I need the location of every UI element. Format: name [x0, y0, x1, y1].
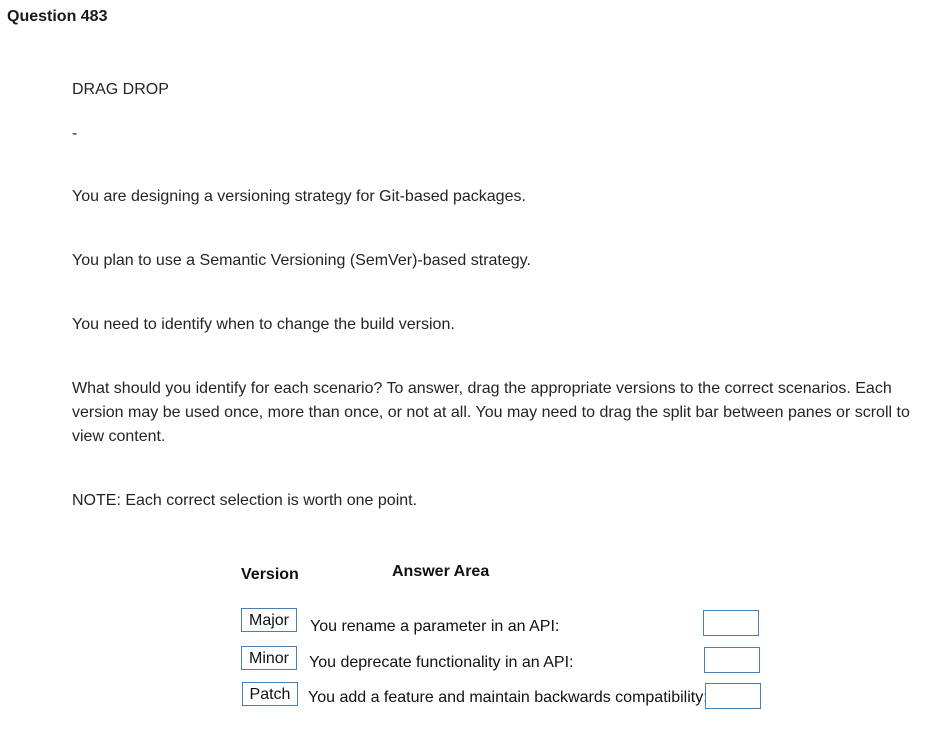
version-chip-minor[interactable]: Minor: [241, 646, 297, 670]
drag-drop-exhibit: Version Answer Area Major Minor Patch Yo…: [0, 0, 934, 734]
scenario-deprecate-functionality: You deprecate functionality in an API:: [309, 654, 574, 671]
scenario-add-feature: You add a feature and maintain backwards…: [308, 689, 708, 706]
answer-area-header: Answer Area: [392, 563, 490, 580]
separator: -: [72, 125, 78, 142]
version-header: Version: [241, 566, 299, 583]
scenario-rename-parameter: You rename a parameter in an API:: [310, 618, 560, 635]
version-chip-major[interactable]: Major: [241, 608, 297, 632]
question-paragraph: You plan to use a Semantic Versioning (S…: [72, 252, 531, 269]
version-chip-patch[interactable]: Patch: [242, 682, 298, 706]
question-paragraph: What should you identify for each scenar…: [72, 380, 910, 445]
answer-drop-slot[interactable]: [703, 610, 759, 636]
answer-drop-slot[interactable]: [705, 683, 761, 709]
question-type-label: DRAG DROP: [72, 81, 169, 98]
answer-drop-slot[interactable]: [704, 647, 760, 673]
note-paragraph: NOTE: Each correct selection is worth on…: [72, 492, 418, 509]
question-paragraph: You are designing a versioning strategy …: [72, 188, 526, 205]
question-paragraph: You need to identify when to change the …: [72, 316, 455, 333]
question-title: Question 483: [7, 8, 108, 25]
